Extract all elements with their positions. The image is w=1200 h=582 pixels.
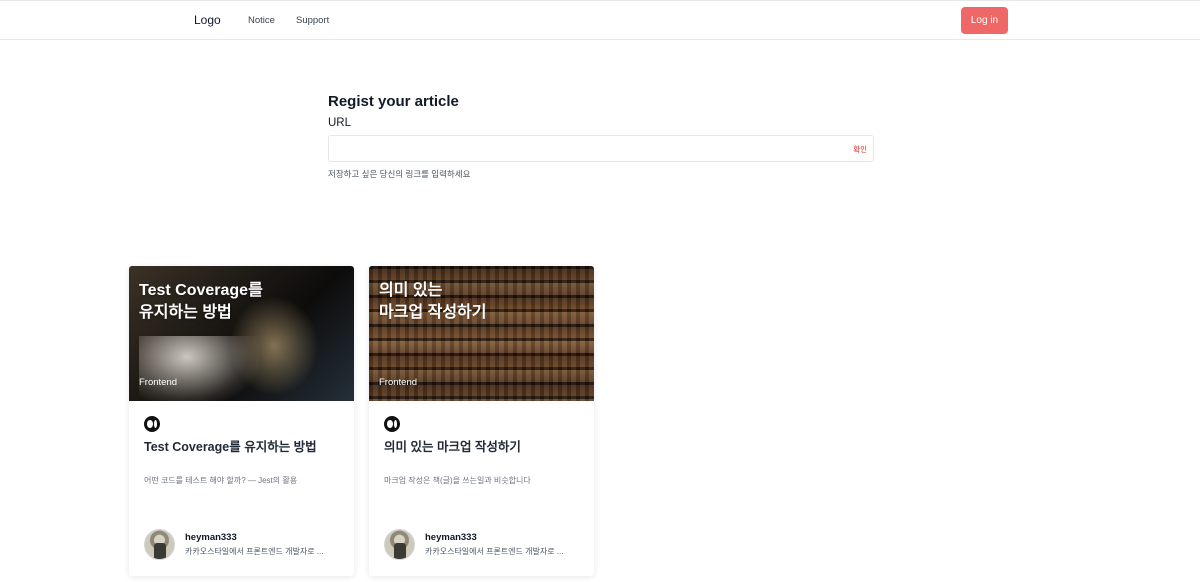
author-info: heyman333 카카오스타일에서 프론트엔드 개발자로 ... (144, 529, 344, 560)
login-button[interactable]: Log in (961, 7, 1008, 34)
top-navigation-bar: Logo Notice Support Log in (0, 0, 1200, 40)
thumbnail-title: Test Coverage를 유지하는 방법 (139, 280, 263, 324)
article-thumbnail[interactable]: 의미 있는 마크업 작성하기 Frontend (369, 266, 594, 401)
thumbnail-title-line1: Test Coverage를 (139, 282, 263, 299)
confirm-button[interactable]: 확인 (853, 144, 867, 155)
article-card-body: Test Coverage를 유지하는 방법 어떤 코드를 테스트 해야 할까?… (129, 401, 354, 576)
url-input[interactable] (329, 136, 839, 161)
article-thumbnail[interactable]: Test Coverage를 유지하는 방법 Frontend (129, 266, 354, 401)
thumbnail-title-line2: 유지하는 방법 (139, 304, 232, 321)
article-title[interactable]: Test Coverage를 유지하는 방법 (144, 436, 339, 455)
logo-link[interactable]: Logo (194, 13, 221, 27)
avatar[interactable] (384, 529, 415, 560)
article-card[interactable]: 의미 있는 마크업 작성하기 Frontend 의미 있는 마크업 작성하기 마… (369, 266, 594, 576)
nav-notice-link[interactable]: Notice (248, 15, 275, 26)
author-bio: 카카오스타일에서 프론트엔드 개발자로 ... (425, 547, 564, 556)
nav-support-link[interactable]: Support (296, 15, 329, 26)
article-description: 어떤 코드를 테스트 해야 할까? — Jest의 활용 (144, 476, 298, 485)
page-title: Regist your article (328, 93, 459, 110)
author-info: heyman333 카카오스타일에서 프론트엔드 개발자로 ... (384, 529, 584, 560)
author-name[interactable]: heyman333 (185, 532, 237, 543)
url-helper-text: 저장하고 싶은 당신의 링크를 입력하세요 (328, 169, 471, 179)
article-title[interactable]: 의미 있는 마크업 작성하기 (384, 436, 579, 455)
medium-icon (384, 416, 400, 432)
url-label: URL (328, 117, 352, 129)
category-label: Frontend (379, 377, 418, 388)
article-description: 마크업 작성은 책(글)을 쓰는일과 비슷합니다 (384, 476, 531, 485)
author-name[interactable]: heyman333 (425, 532, 477, 543)
medium-icon (144, 416, 160, 432)
register-article-form: Regist your article URL 확인 저장하고 싶은 당신의 링… (328, 93, 874, 180)
thumbnail-lab-photo-figure (139, 336, 259, 401)
article-card-body: 의미 있는 마크업 작성하기 마크업 작성은 책(글)을 쓰는일과 비슷합니다 … (369, 401, 594, 576)
url-input-container: 확인 (328, 135, 874, 162)
author-bio: 카카오스타일에서 프론트엔드 개발자로 ... (185, 547, 324, 556)
avatar[interactable] (144, 529, 175, 560)
article-card[interactable]: Test Coverage를 유지하는 방법 Frontend Test Cov… (129, 266, 354, 576)
thumbnail-title-line2: 마크업 작성하기 (379, 304, 487, 321)
category-label: Frontend (139, 377, 178, 388)
thumbnail-title: 의미 있는 마크업 작성하기 (379, 280, 487, 324)
thumbnail-title-line1: 의미 있는 (379, 282, 443, 299)
